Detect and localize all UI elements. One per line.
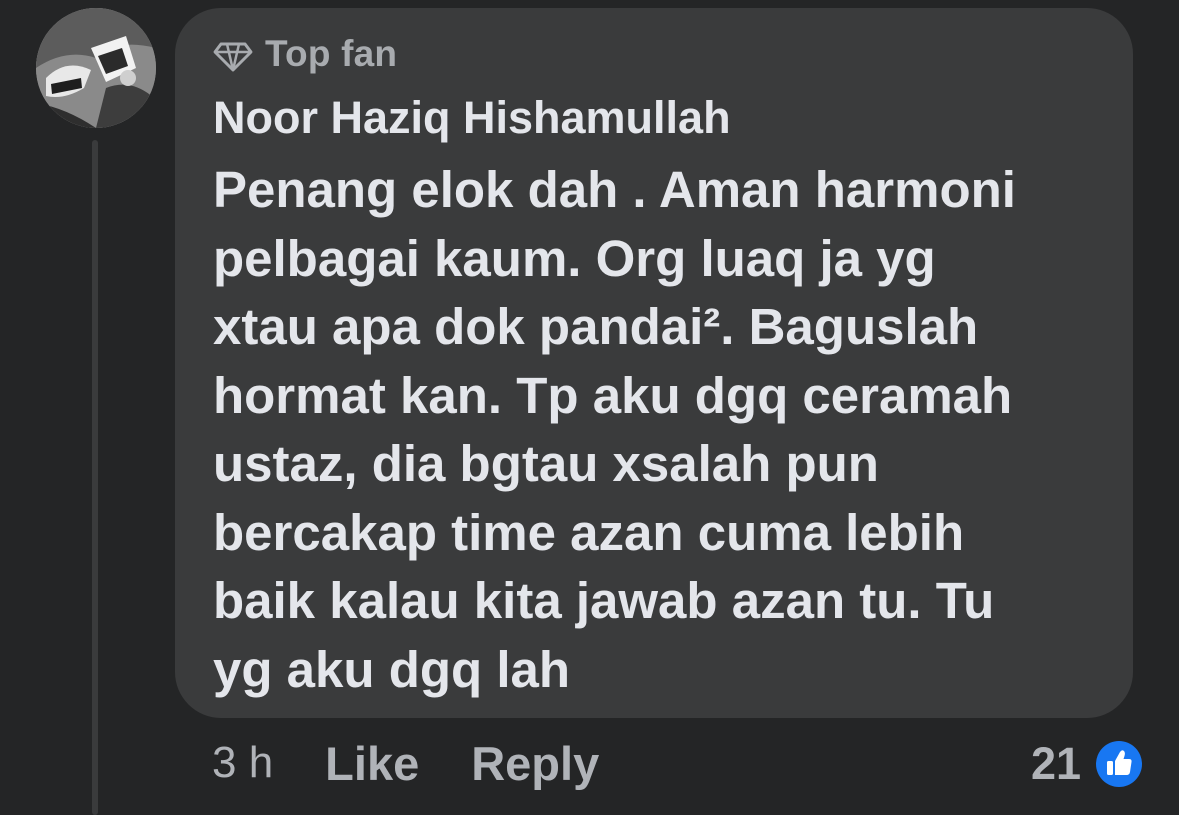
- comment-line: Penang elok dah . Aman harmoni: [213, 161, 1016, 218]
- comment-line: yg aku dgq lah: [213, 640, 571, 698]
- reaction-summary[interactable]: 21: [1031, 732, 1143, 796]
- comment-bubble: Top fan Noor Haziq Hishamullah Penang el…: [175, 8, 1133, 718]
- badge-label: Top fan: [265, 33, 398, 74]
- comment-line: hormat kan. Tp aku dgq ceramah: [213, 366, 1013, 424]
- avatar[interactable]: [36, 8, 156, 128]
- avatar-image: [36, 8, 156, 128]
- thumbs-up-icon: [1096, 741, 1142, 787]
- comment-author[interactable]: Noor Haziq Hishamullah: [213, 90, 731, 146]
- comment-thread: Top fan Noor Haziq Hishamullah Penang el…: [0, 0, 1179, 815]
- comment-actions: 3 h Like Reply: [212, 728, 651, 798]
- comment-body: Penang elok dah . Aman harmoni pelbagai …: [213, 156, 1113, 704]
- reply-button[interactable]: Reply: [471, 736, 599, 791]
- comment-line: bercakap time azan cuma lebih: [213, 503, 965, 561]
- comment-timestamp[interactable]: 3 h: [212, 738, 273, 788]
- top-fan-badge[interactable]: Top fan: [213, 32, 397, 76]
- reaction-count: 21: [1030, 738, 1081, 789]
- like-button[interactable]: Like: [325, 736, 419, 791]
- diamond-icon: [213, 42, 253, 72]
- thread-connector-line: [92, 140, 98, 815]
- comment-line: baik kalau kita jawab azan tu. Tu: [213, 572, 995, 629]
- comment-line: xtau apa dok pandai². Baguslah: [213, 298, 979, 355]
- comment-line: pelbagai kaum. Org luaq ja yg: [213, 229, 936, 287]
- comment-line: ustaz, dia bgtau xsalah pun: [213, 435, 879, 492]
